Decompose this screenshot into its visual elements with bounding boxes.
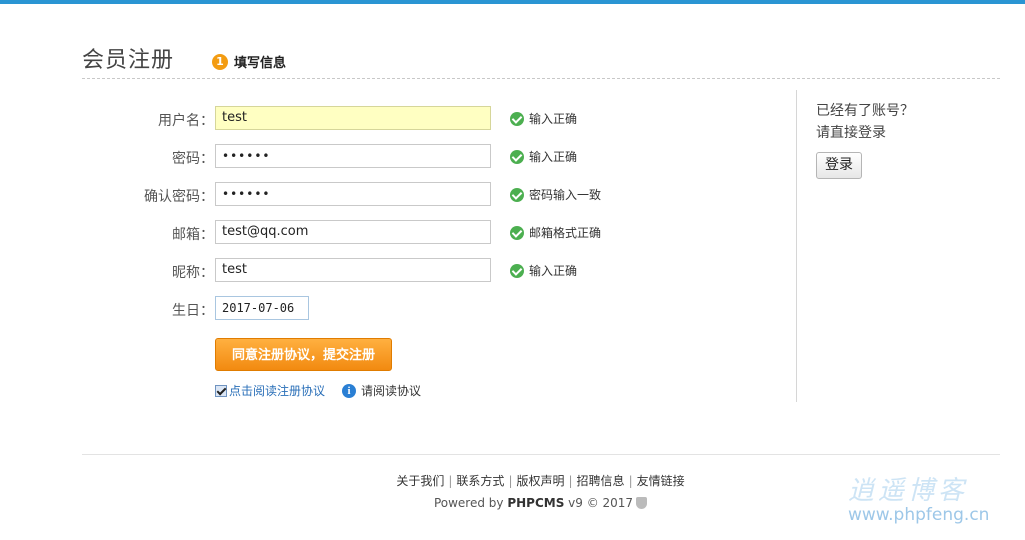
agree-checkbox[interactable] — [215, 384, 227, 397]
password-label: 密码： — [172, 151, 214, 167]
footer-link-about[interactable]: 关于我们 — [396, 474, 444, 488]
footer-divider — [82, 454, 1000, 455]
login-sidebar: 已经有了账号？ 请直接登录 登录 — [816, 100, 996, 179]
powered-suffix: v9 © 2017 — [564, 496, 634, 510]
email-input[interactable]: test@qq.com — [215, 220, 491, 244]
check-icon — [510, 263, 524, 278]
register-form: 用户名： test 输入正确 密码： •••••• 输入正确 确认密码： •••… — [82, 90, 797, 402]
username-status-text: 输入正确 — [529, 112, 578, 126]
nickname-status-text: 输入正确 — [529, 264, 578, 278]
confirm-password-input[interactable]: •••••• — [215, 182, 491, 206]
nickname-row: 昵称： test 输入正确 — [82, 258, 796, 284]
confirm-password-label: 确认密码： — [144, 189, 214, 205]
agree-terms-link[interactable]: 点击阅读注册协议 — [229, 382, 325, 399]
footer-link-friends[interactable]: 友情链接 — [637, 474, 685, 488]
check-icon — [510, 111, 524, 126]
nickname-label: 昵称： — [172, 265, 214, 281]
watermark: 逍遥博客 www.phpfeng.cn — [848, 470, 1018, 525]
email-row: 邮箱： test@qq.com 邮箱格式正确 — [82, 220, 796, 246]
email-label: 邮箱： — [172, 227, 214, 243]
birthday-row: 生日： 2017-07-06 — [82, 296, 796, 322]
birthday-label: 生日： — [172, 303, 214, 319]
password-input[interactable]: •••••• — [215, 144, 491, 168]
footer-separator: | — [508, 474, 513, 488]
login-button[interactable]: 登录 — [816, 152, 862, 179]
submit-register-button[interactable]: 同意注册协议，提交注册 — [215, 338, 392, 371]
footer-link-contact[interactable]: 联系方式 — [456, 474, 504, 488]
username-status: 输入正确 — [510, 110, 577, 127]
password-row: 密码： •••••• 输入正确 — [82, 144, 796, 170]
confirm-password-status-text: 密码输入一致 — [529, 188, 602, 202]
step-number-badge: 1 — [212, 53, 228, 70]
confirm-password-row: 确认密码： •••••• 密码输入一致 — [82, 182, 796, 208]
page-header: 会员注册 1 填写信息 — [82, 38, 1000, 79]
birthday-input[interactable]: 2017-07-06 — [215, 296, 309, 320]
email-status: 邮箱格式正确 — [510, 224, 601, 241]
step-indicator: 1 填写信息 — [212, 52, 286, 71]
footer-separator: | — [448, 474, 453, 488]
check-icon — [510, 225, 524, 240]
nickname-status: 输入正确 — [510, 262, 577, 279]
login-directly-text: 请直接登录 — [816, 125, 886, 141]
powered-brand: PHPCMS — [507, 496, 565, 510]
check-icon — [510, 187, 524, 202]
check-icon — [510, 149, 524, 164]
page-title: 会员注册 — [82, 48, 175, 73]
watermark-url: www.phpfeng.cn — [848, 505, 990, 525]
email-status-text: 邮箱格式正确 — [529, 226, 602, 240]
nickname-input[interactable]: test — [215, 258, 491, 282]
shield-icon — [636, 497, 648, 509]
footer-separator: | — [628, 474, 633, 488]
username-row: 用户名： test 输入正确 — [82, 106, 796, 132]
powered-prefix: Powered by — [433, 496, 508, 510]
password-status: 输入正确 — [510, 148, 577, 165]
step-label: 填写信息 — [234, 56, 287, 71]
have-account-text: 已经有了账号？ — [816, 103, 914, 119]
username-input[interactable]: test — [215, 106, 491, 130]
footer-separator: | — [568, 474, 573, 488]
agree-terms[interactable]: 点击阅读注册协议 — [215, 382, 325, 399]
read-agreement-hint: i 请阅读协议 — [342, 382, 421, 399]
password-status-text: 输入正确 — [529, 150, 578, 164]
top-accent-bar — [0, 0, 1025, 4]
username-label: 用户名： — [158, 113, 214, 129]
watermark-text: 逍遥博客 — [848, 476, 969, 506]
read-agreement-text: 请阅读协议 — [361, 384, 422, 398]
footer-link-copyright[interactable]: 版权声明 — [516, 474, 564, 488]
confirm-password-status: 密码输入一致 — [510, 186, 601, 203]
footer-link-jobs[interactable]: 招聘信息 — [577, 474, 625, 488]
info-icon: i — [342, 383, 356, 398]
